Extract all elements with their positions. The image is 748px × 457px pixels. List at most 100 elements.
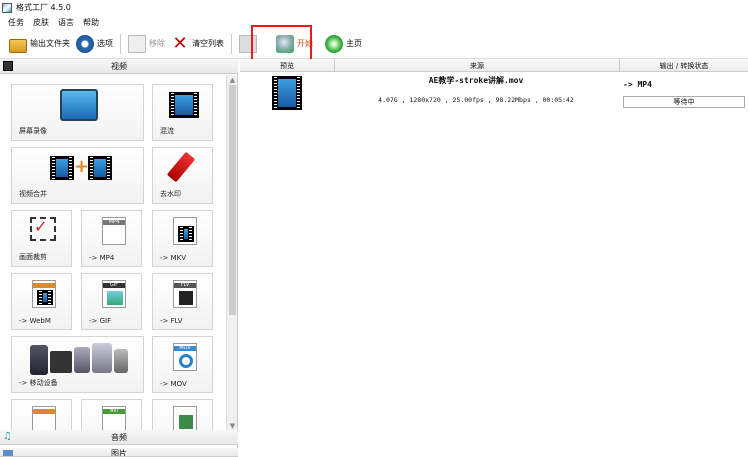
tile-format[interactable] <box>152 399 213 431</box>
tile-gif[interactable]: GIF -> GIF <box>81 273 142 330</box>
section-audio-label: 音频 <box>111 432 127 442</box>
tile-mp4[interactable]: MP4 -> MP4 <box>81 210 142 267</box>
tile-video-merge[interactable]: + 视频合并 <box>11 147 144 204</box>
section-video-label: 视频 <box>111 61 127 71</box>
doc-tag: MOV <box>174 346 196 351</box>
section-image-label: 图片 <box>111 449 127 457</box>
menu-bar: 任务 皮肤 语言 帮助 <box>0 15 748 29</box>
mp4-icon: MP4 <box>102 217 126 245</box>
left-scrollbar[interactable]: ▲ ▼ <box>226 75 237 431</box>
output-folder-label: 输出文件夹 <box>30 39 70 48</box>
tile-screen-record[interactable]: 屏幕录像 <box>11 84 144 141</box>
reorder-icon <box>239 34 257 53</box>
tile-label: 视频合并 <box>19 190 47 198</box>
toolbar-separator <box>231 33 232 54</box>
start-button[interactable]: 开始 <box>273 32 316 56</box>
remove-watermark-icon <box>166 151 196 183</box>
function-grid: 屏幕录像 混流 + 视频合并 去水印 ✓ 画面裁剪 MP4 -> MP4 -> … <box>0 75 226 431</box>
doc-tag: MP4 <box>103 220 125 225</box>
doc-tag: FLV <box>174 283 196 288</box>
clear-x-icon: ✕ <box>172 32 188 54</box>
scroll-up-icon[interactable]: ▲ <box>227 75 238 85</box>
tile-label: 去水印 <box>160 190 181 198</box>
tile-avi[interactable]: AVI <box>81 399 142 431</box>
video-merge-icon <box>88 156 112 180</box>
tile-label: -> GIF <box>89 317 112 325</box>
video-section-icon <box>3 61 13 71</box>
title-bar: 格式工厂 4.5.0 <box>0 0 748 15</box>
tile-mkv[interactable]: -> MKV <box>152 210 213 267</box>
screen-record-icon <box>60 89 98 121</box>
conversion-status: 等待中 <box>623 96 745 108</box>
flv-icon: FLV <box>173 280 197 308</box>
output-folder-button[interactable]: 输出文件夹 <box>6 32 73 56</box>
tile-format[interactable] <box>11 399 72 431</box>
tile-remove-watermark[interactable]: 去水印 <box>152 147 213 204</box>
video-merge-icon <box>50 156 74 180</box>
reorder-button[interactable] <box>236 32 263 56</box>
tile-webm[interactable]: -> WebM <box>11 273 72 330</box>
start-icon <box>276 34 294 53</box>
tile-label: -> 移动设备 <box>19 379 58 387</box>
remove-label: 移除 <box>149 39 165 48</box>
home-icon <box>325 34 343 53</box>
tile-flv[interactable]: FLV -> FLV <box>152 273 213 330</box>
options-button[interactable]: 选项 <box>73 32 116 56</box>
mux-icon <box>169 92 199 118</box>
mobile-device-icon <box>30 341 130 375</box>
tile-mobile-device[interactable]: -> 移动设备 <box>11 336 144 393</box>
clear-list-button[interactable]: ✕ 清空列表 <box>168 32 227 56</box>
tile-mov[interactable]: MOV -> MOV <box>152 336 213 393</box>
task-row[interactable]: AE教学-stroke讲解.mov 4.07G , 1280x720 , 25.… <box>240 72 748 112</box>
section-header-audio[interactable]: ♫ 音频 <box>0 430 238 445</box>
tile-label: 混流 <box>160 127 174 135</box>
check-icon: ✓ <box>34 217 48 236</box>
format-icon <box>32 406 56 431</box>
options-label: 选项 <box>97 39 113 48</box>
tile-label: 画面裁剪 <box>19 253 47 261</box>
plus-icon: + <box>74 156 90 177</box>
doc-tag: AVI <box>103 409 125 414</box>
remove-icon <box>128 34 146 53</box>
home-label: 主页 <box>346 39 362 48</box>
format-icon <box>173 406 197 431</box>
tile-label: -> MP4 <box>89 254 115 262</box>
column-header-preview[interactable]: 预览 <box>240 59 335 72</box>
tile-label: -> MOV <box>160 380 187 388</box>
avi-icon: AVI <box>102 406 126 431</box>
tile-label: -> FLV <box>160 317 183 325</box>
mkv-icon <box>173 217 197 245</box>
section-header-video[interactable]: 视频 <box>0 59 238 74</box>
column-header-output[interactable]: 输出 / 转换状态 <box>620 59 748 72</box>
clear-list-label: 清空列表 <box>192 39 224 48</box>
doc-tag: GIF <box>103 283 125 288</box>
window-title: 格式工厂 4.5.0 <box>16 3 71 12</box>
tile-label: -> MKV <box>160 254 187 262</box>
start-label: 开始 <box>297 39 313 48</box>
mov-icon: MOV <box>173 343 197 371</box>
options-icon <box>76 34 94 53</box>
menu-skin[interactable]: 皮肤 <box>33 17 49 28</box>
menu-language[interactable]: 语言 <box>58 17 74 28</box>
music-note-icon: ♫ <box>3 431 12 442</box>
task-table-header: 预览 来源 输出 / 转换状态 <box>240 59 748 72</box>
toolbar: 输出文件夹 选项 移除 ✕ 清空列表 开始 主页 <box>0 29 748 59</box>
tile-label: -> WebM <box>19 317 51 325</box>
column-header-source[interactable]: 来源 <box>335 59 620 72</box>
menu-task[interactable]: 任务 <box>8 17 24 28</box>
home-button[interactable]: 主页 <box>322 32 365 56</box>
gif-icon: GIF <box>102 280 126 308</box>
output-format: -> MP4 <box>623 80 652 89</box>
remove-button[interactable]: 移除 <box>125 32 168 56</box>
source-file-info: 4.07G , 1280x720 , 25.00fps , 98.22Mbps … <box>378 96 574 104</box>
section-header-image[interactable]: 图片 <box>0 448 238 457</box>
tile-crop[interactable]: ✓ 画面裁剪 <box>11 210 72 267</box>
toolbar-separator <box>120 33 121 54</box>
menu-help[interactable]: 帮助 <box>83 17 99 28</box>
tile-mux[interactable]: 混流 <box>152 84 213 141</box>
source-filename: AE教学-stroke讲解.mov <box>428 76 524 85</box>
scroll-thumb[interactable] <box>229 85 236 315</box>
video-file-icon <box>272 76 302 110</box>
left-panel: 视频 屏幕录像 混流 + 视频合并 去水印 ✓ 画面裁剪 MP4 -> MP4 … <box>0 59 238 457</box>
folder-icon <box>9 38 27 53</box>
